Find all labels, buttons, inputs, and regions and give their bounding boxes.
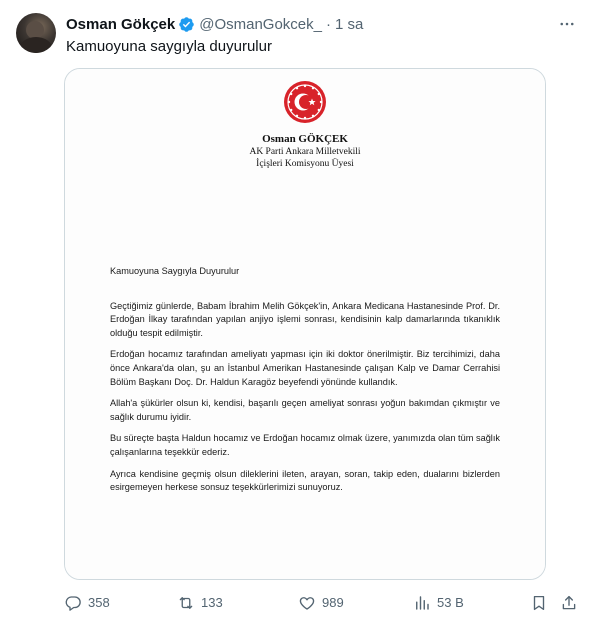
author-name[interactable]: Osman Gökçek — [66, 16, 175, 33]
heart-icon — [299, 597, 315, 610]
document-greeting: Kamuoyuna Saygıyla Duyurulur — [110, 266, 240, 276]
like-count: 989 — [322, 595, 344, 610]
press-release-document: Osman GÖKÇEK AK Parti Ankara Milletvekil… — [65, 69, 545, 579]
repost-button[interactable]: 133 — [177, 591, 223, 615]
document-paragraph: Geçtiğimiz günlerde, Babam İbrahim Melih… — [110, 300, 500, 338]
document-paragraph: Allah'a şükürler olsun ki, kendisi, başa… — [110, 398, 500, 422]
letterhead-title: AK Parti Ankara Milletvekili — [249, 147, 361, 157]
tweet: Osman Gökçek @OsmanGokcek_ · 1 sa Kamuoy… — [0, 0, 595, 626]
tweet-actions: 358 133 989 53 B — [64, 591, 584, 615]
document-paragraph: Ayrıca kendisine geçmiş olsun dileklerin… — [110, 468, 500, 493]
views-button[interactable]: 53 B — [413, 591, 464, 615]
reply-icon — [65, 596, 81, 611]
letterhead-name: Osman GÖKÇEK — [262, 133, 348, 145]
document-body: Kamuoyuna Saygıyla Duyurulur Geçtiğimiz … — [110, 265, 500, 503]
letterhead: Osman GÖKÇEK AK Parti Ankara Milletvekil… — [65, 133, 545, 170]
letterhead-committee: İçişleri Komisyonu Üyesi — [256, 159, 354, 169]
separator-dot: · — [326, 15, 331, 33]
avatar[interactable] — [16, 13, 56, 53]
bookmark-button[interactable] — [530, 591, 554, 615]
share-icon — [562, 595, 576, 610]
bookmark-icon — [533, 595, 545, 611]
tweet-time[interactable]: 1 sa — [335, 16, 363, 33]
share-button[interactable] — [560, 591, 584, 615]
document-paragraph: Bu süreçte başta Haldun hocamız ve Erdoğ… — [110, 433, 500, 457]
tbmm-seal-icon — [284, 81, 326, 123]
reply-button[interactable]: 358 — [64, 591, 110, 615]
repost-icon — [179, 597, 193, 609]
tweet-media[interactable]: Osman GÖKÇEK AK Parti Ankara Milletvekil… — [64, 68, 546, 580]
author-handle[interactable]: @OsmanGokcek_ — [199, 16, 322, 33]
verified-badge-icon — [179, 16, 194, 32]
like-button[interactable]: 989 — [298, 591, 344, 615]
views-chart-icon — [416, 596, 429, 610]
reply-count: 358 — [88, 595, 110, 610]
views-count: 53 B — [437, 595, 464, 610]
more-options-icon[interactable] — [555, 12, 579, 36]
tweet-text: Kamuoyuna saygıyla duyurulur — [66, 38, 272, 55]
repost-count: 133 — [201, 595, 223, 610]
tweet-header: Osman Gökçek @OsmanGokcek_ · 1 sa — [66, 14, 363, 34]
document-paragraph: Erdoğan hocamız tarafından ameliyatı yap… — [110, 349, 500, 387]
